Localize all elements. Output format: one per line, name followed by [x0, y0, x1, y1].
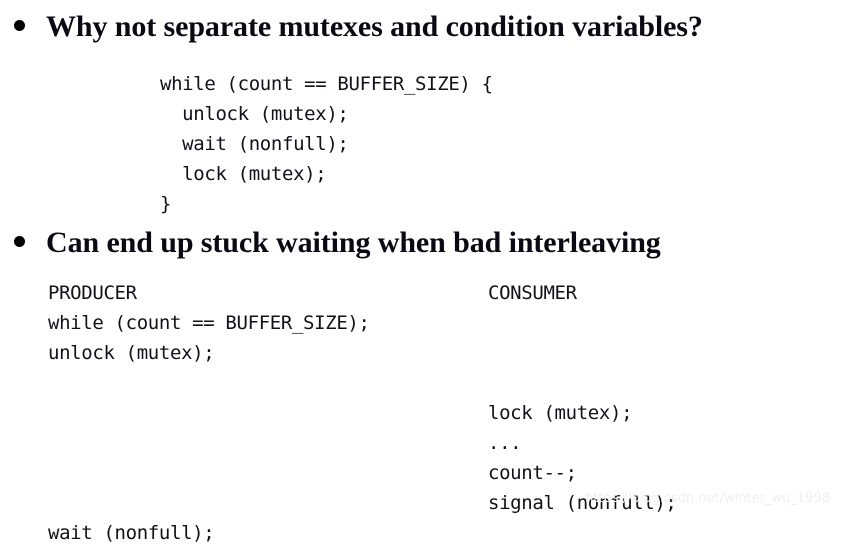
producer-consumer-interleaving: PRODUCER CONSUMER while (count == BUFFER…: [48, 278, 838, 548]
producer-line: unlock (mutex);: [48, 342, 215, 364]
interleaving-grid: PRODUCER CONSUMER while (count == BUFFER…: [48, 278, 838, 548]
bullet-item-bad-interleaving: Can end up stuck waiting when bad interl…: [14, 226, 661, 260]
watermark-url: https://blog.csdn.net/winter_wu_1998: [585, 491, 830, 506]
slide-canvas: Why not separate mutexes and condition v…: [0, 0, 846, 544]
code-block-wait-loop: while (count == BUFFER_SIZE) { unlock (m…: [160, 73, 493, 215]
bullet-heading-text: Can end up stuck waiting when bad interl…: [46, 226, 661, 259]
consumer-line: count--;: [488, 462, 577, 484]
consumer-line: lock (mutex);: [488, 402, 633, 424]
producer-column-header: PRODUCER: [48, 282, 137, 304]
bullet-dot-icon: [14, 20, 25, 31]
consumer-line: ...: [488, 432, 522, 454]
producer-line: while (count == BUFFER_SIZE);: [48, 312, 370, 334]
bullet-item-mutex-question: Why not separate mutexes and condition v…: [14, 10, 703, 44]
consumer-column-header: CONSUMER: [488, 282, 577, 304]
bullet-heading-text: Why not separate mutexes and condition v…: [46, 10, 703, 43]
bullet-dot-icon: [14, 236, 25, 247]
